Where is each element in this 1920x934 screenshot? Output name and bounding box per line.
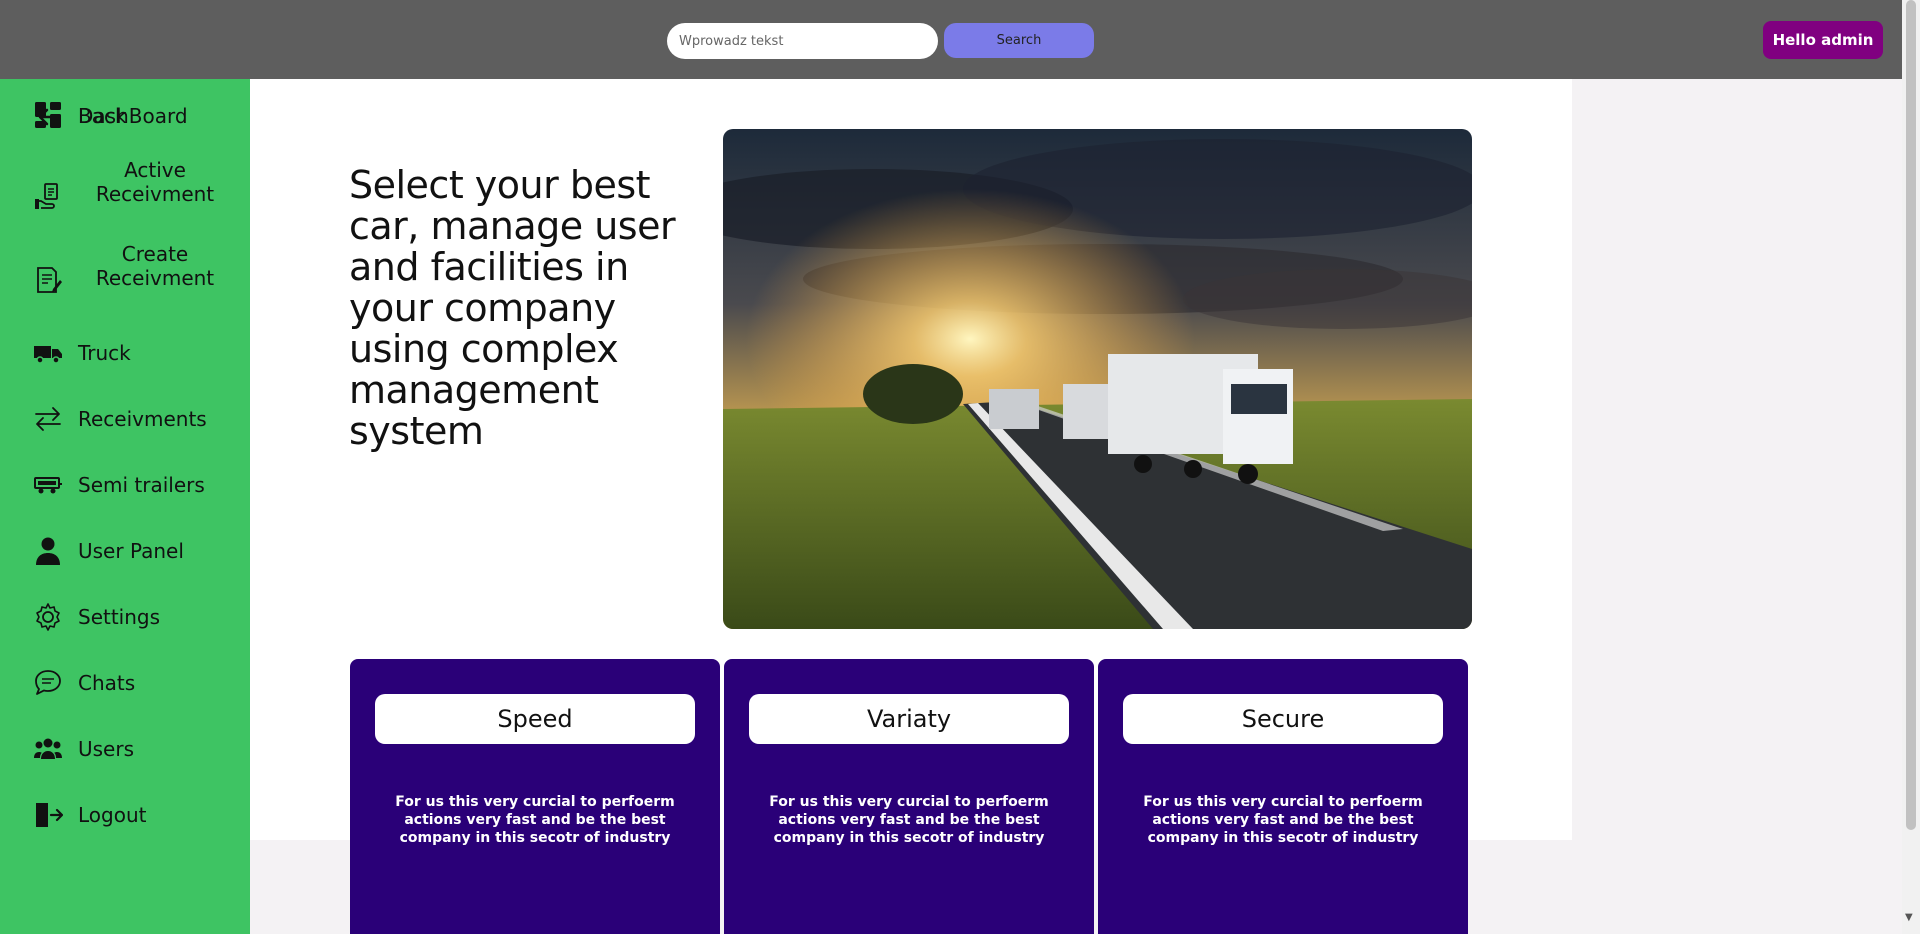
trailer-icon xyxy=(32,469,64,501)
sidebar-item-label: User Panel xyxy=(78,539,184,563)
feature-card-secure: Secure For us this very curcial to perfo… xyxy=(1098,659,1468,934)
sidebar-item-label: Logout xyxy=(78,803,147,827)
card-text: For us this very curcial to perfoerm act… xyxy=(1143,794,1423,846)
hero-heading: Select your best car, manage user and fa… xyxy=(349,163,676,453)
top-bar: Search Hello admin xyxy=(0,0,1902,79)
card-title: Variaty xyxy=(749,694,1069,744)
edit-document-icon xyxy=(32,264,64,296)
chat-icon xyxy=(32,667,64,699)
hand-document-icon xyxy=(32,180,64,212)
card-text: For us this very curcial to perfoerm act… xyxy=(395,794,675,846)
sidebar-item-label: Create Receivment xyxy=(95,242,215,290)
sidebar-item-label: Truck xyxy=(78,341,131,365)
user-icon xyxy=(32,535,64,567)
logout-icon xyxy=(32,799,64,831)
arrows-exchange-icon xyxy=(32,403,64,435)
feature-card-speed: Speed For us this very curcial to perfoe… xyxy=(350,659,720,934)
users-icon xyxy=(32,733,64,765)
card-title: Secure xyxy=(1123,694,1443,744)
gear-icon xyxy=(32,601,64,633)
sidebar-item-label: Semi trailers xyxy=(78,473,205,497)
search-button[interactable]: Search xyxy=(944,23,1094,58)
scroll-down-arrow[interactable]: ▼ xyxy=(1905,912,1913,923)
sidebar: Back DashBoard Active Receivment Create … xyxy=(0,79,250,934)
truck-icon xyxy=(32,337,64,369)
sidebar-item-label: Settings xyxy=(78,605,161,629)
card-text: For us this very curcial to perfoerm act… xyxy=(769,794,1049,846)
hero-image xyxy=(723,129,1472,629)
sidebar-item-label: Users xyxy=(78,737,135,761)
dashboard-icon xyxy=(32,99,64,131)
sidebar-item-label: DashBoard xyxy=(78,104,188,128)
search-input[interactable] xyxy=(667,23,938,59)
user-greeting-button[interactable]: Hello admin xyxy=(1763,21,1883,59)
sidebar-item-label: Chats xyxy=(78,671,136,695)
sidebar-item-label: Receivments xyxy=(78,407,207,431)
scrollbar-thumb[interactable] xyxy=(1906,0,1916,830)
feature-card-variaty: Variaty For us this very curcial to perf… xyxy=(724,659,1094,934)
card-title: Speed xyxy=(375,694,695,744)
sidebar-item-label: Active Receivment xyxy=(95,158,215,206)
